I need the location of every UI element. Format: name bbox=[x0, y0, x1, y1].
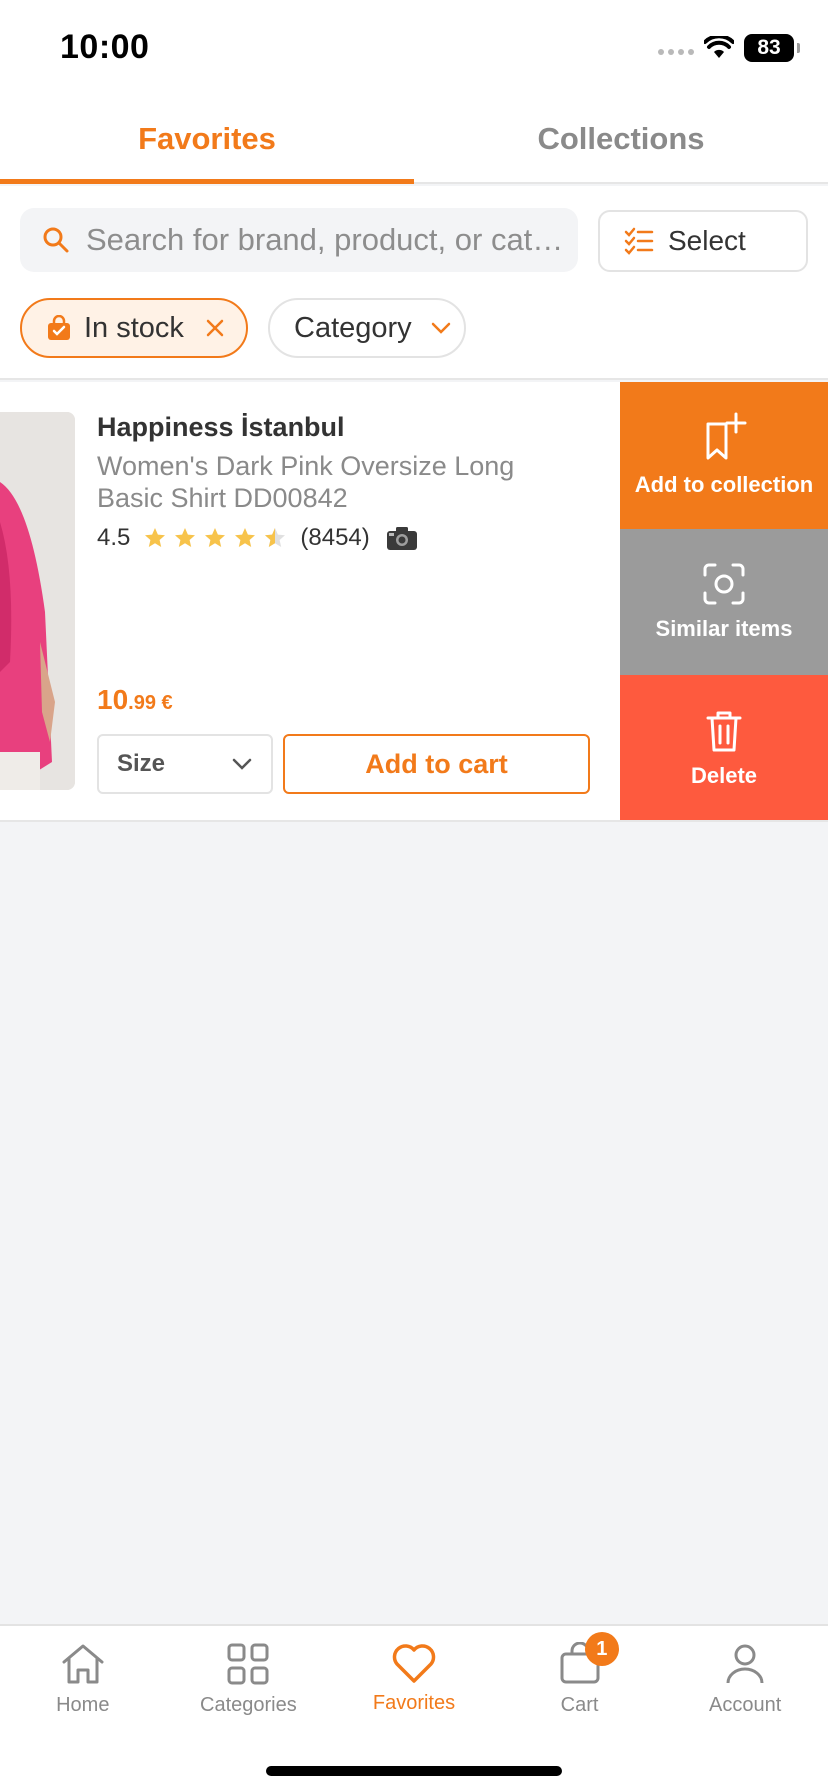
review-count: (8454) bbox=[300, 524, 370, 551]
filter-chip-in-stock-label: In stock bbox=[84, 311, 184, 344]
similar-items-button[interactable]: Similar items bbox=[620, 528, 828, 676]
star-icon bbox=[145, 528, 166, 547]
delete-label: Delete bbox=[690, 762, 758, 788]
trash-icon bbox=[706, 711, 742, 752]
star-icon bbox=[235, 528, 256, 547]
tab-favorites[interactable]: Favorites bbox=[0, 96, 414, 184]
search-icon bbox=[43, 227, 69, 253]
nav-cart-label: Cart bbox=[560, 1694, 599, 1716]
user-icon bbox=[726, 1644, 764, 1684]
bookmark-add-icon bbox=[706, 412, 747, 460]
wifi-icon bbox=[704, 36, 734, 58]
nav-account-label: Account bbox=[709, 1694, 782, 1716]
favorite-product-row[interactable]: Happiness İstanbul Women's Dark Pink Ove… bbox=[0, 382, 828, 822]
tab-collections[interactable]: Collections bbox=[414, 96, 828, 182]
price-decimal: .99 € bbox=[128, 692, 173, 714]
shopping-bag-icon bbox=[48, 315, 70, 340]
size-select[interactable]: Size bbox=[97, 734, 273, 794]
rating-stars bbox=[142, 526, 288, 550]
signal-icon bbox=[658, 41, 694, 55]
nav-home-label: Home bbox=[56, 1694, 110, 1716]
product-image[interactable] bbox=[0, 412, 75, 790]
search-filter-area: Search for brand, product, or category S… bbox=[0, 186, 828, 380]
select-button[interactable]: Select bbox=[598, 210, 808, 272]
product-brand: Happiness İstanbul bbox=[97, 412, 345, 442]
status-icons: 83 bbox=[658, 34, 800, 62]
status-time: 10:00 bbox=[60, 28, 150, 66]
heart-icon bbox=[392, 1644, 436, 1683]
add-to-cart-button[interactable]: Add to cart bbox=[283, 734, 590, 794]
search-input[interactable]: Search for brand, product, or category bbox=[20, 208, 578, 272]
filter-chip-category-label: Category bbox=[294, 311, 412, 344]
size-select-label: Size bbox=[117, 750, 166, 777]
similar-items-label: Similar items bbox=[655, 616, 793, 641]
nav-home[interactable]: Home bbox=[0, 1626, 166, 1792]
cart-badge: 1 bbox=[584, 1632, 619, 1666]
nav-account[interactable]: Account bbox=[662, 1626, 828, 1792]
star-icon bbox=[205, 528, 226, 547]
price-integer: 10 bbox=[97, 684, 129, 715]
chevron-down-icon bbox=[431, 322, 450, 334]
grid-icon bbox=[227, 1643, 269, 1685]
star-half-icon bbox=[265, 528, 286, 547]
swipe-actions: Add to collection Similar items Delete bbox=[620, 382, 828, 820]
similar-scan-icon bbox=[703, 563, 745, 605]
filter-chip-category[interactable]: Category bbox=[268, 298, 466, 358]
delete-button[interactable]: Delete bbox=[620, 675, 828, 820]
nav-categories-label: Categories bbox=[200, 1694, 297, 1716]
battery-indicator: 83 bbox=[744, 34, 800, 62]
status-bar: 10:00 83 bbox=[0, 0, 828, 96]
rating-value: 4.5 bbox=[97, 524, 131, 551]
search-placeholder: Search for brand, product, or category bbox=[86, 222, 566, 257]
add-to-collection-button[interactable]: Add to collection bbox=[620, 382, 828, 529]
select-label: Select bbox=[668, 225, 746, 256]
chevron-down-icon bbox=[232, 758, 252, 770]
checklist-icon bbox=[624, 227, 654, 255]
tab-bar: Favorites Collections bbox=[0, 96, 828, 184]
filter-chip-in-stock[interactable]: In stock bbox=[20, 298, 248, 358]
product-name: Women's Dark Pink Oversize Long Basic Sh… bbox=[97, 451, 515, 513]
home-icon bbox=[62, 1644, 104, 1684]
camera-icon bbox=[386, 527, 417, 550]
product-rating: 4.5 (8454) bbox=[97, 524, 418, 552]
close-icon[interactable] bbox=[204, 317, 226, 339]
product-price: 10.99 € bbox=[97, 684, 173, 716]
add-to-collection-label: Add to collection bbox=[634, 472, 814, 498]
home-indicator bbox=[266, 1766, 562, 1776]
star-icon bbox=[175, 528, 196, 547]
nav-favorites-label: Favorites bbox=[372, 1692, 456, 1714]
